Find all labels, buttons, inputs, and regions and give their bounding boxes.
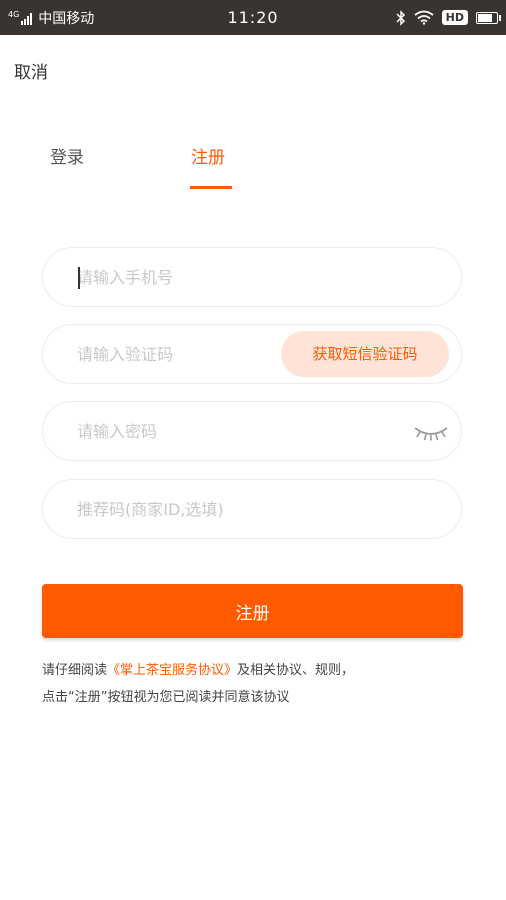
- agreement-suffix: 及相关协议、规则，: [237, 663, 355, 678]
- agreement-line-2: 点击“注册”按钮视为您已阅读并同意该协议: [42, 690, 290, 705]
- agreement-prefix: 请仔细阅读: [42, 663, 108, 678]
- hd-badge: HD: [441, 10, 468, 25]
- active-tab-indicator: [190, 186, 232, 189]
- cancel-button[interactable]: 取消: [14, 58, 48, 83]
- tab-register[interactable]: 注册: [191, 140, 225, 176]
- status-right: HD: [396, 0, 501, 35]
- password-input[interactable]: [77, 402, 297, 460]
- verification-code-input[interactable]: [77, 325, 297, 383]
- phone-field: [42, 247, 462, 307]
- password-field: [42, 401, 462, 461]
- wifi-icon: [414, 10, 434, 25]
- status-bar: 4G 中国移动 11:20 HD: [0, 0, 506, 35]
- text-cursor: [78, 267, 80, 289]
- tab-login[interactable]: 登录: [50, 140, 84, 176]
- referral-field: [42, 479, 462, 539]
- phone-input[interactable]: [77, 248, 297, 306]
- battery-icon: [476, 11, 501, 24]
- service-agreement-link[interactable]: 《掌上茶宝服务协议》: [107, 663, 237, 678]
- register-button[interactable]: 注册: [42, 584, 463, 638]
- eye-closed-icon[interactable]: [413, 420, 449, 442]
- agreement-text: 请仔细阅读《掌上茶宝服务协议》及相关协议、规则， 点击“注册”按钮视为您已阅读并…: [42, 657, 482, 711]
- referral-code-input[interactable]: [77, 480, 377, 538]
- auth-tabs: 登录 注册: [0, 140, 506, 192]
- agreement-line-1: 请仔细阅读《掌上茶宝服务协议》及相关协议、规则，: [42, 657, 482, 684]
- bluetooth-icon: [396, 9, 405, 26]
- code-field: 获取短信验证码: [42, 324, 462, 384]
- get-sms-code-button[interactable]: 获取短信验证码: [281, 331, 449, 377]
